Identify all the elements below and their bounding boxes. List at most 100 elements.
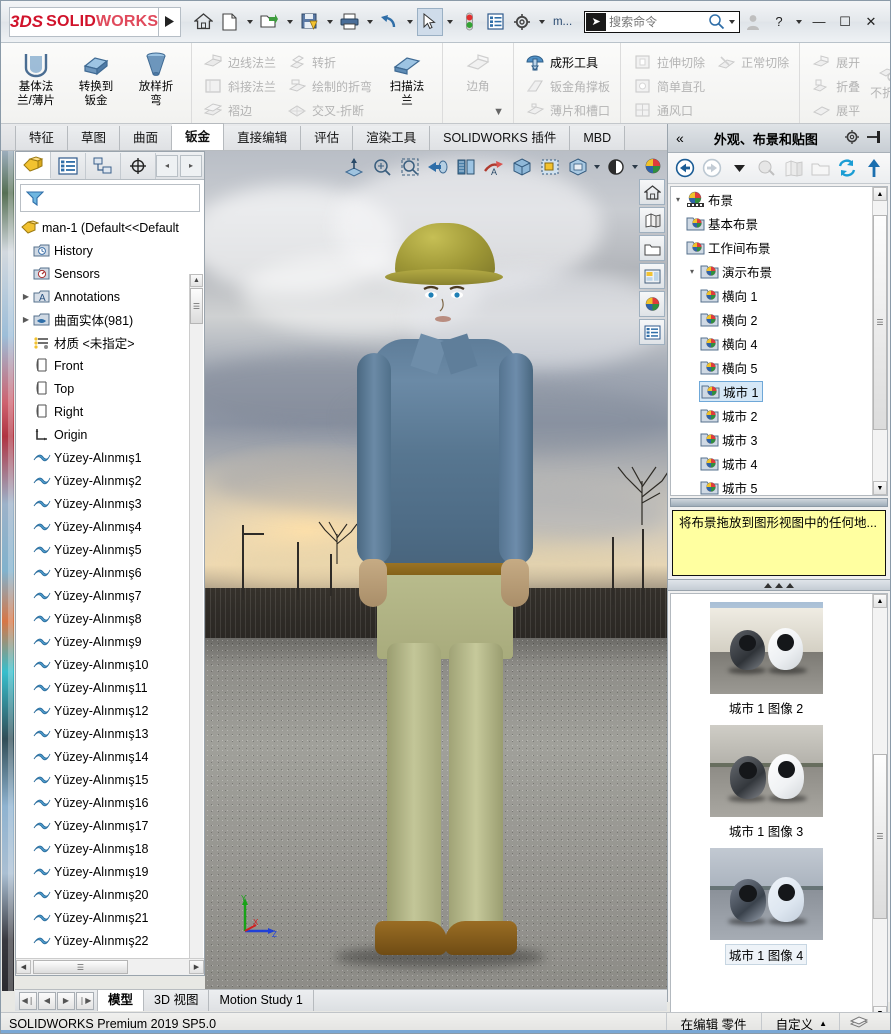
scene-tree-item-studio[interactable]: 工作间布景 bbox=[671, 235, 887, 259]
history-dropdown-caret[interactable] bbox=[728, 157, 750, 179]
feature-item-surface[interactable]: Yüzey-Alınmış1 bbox=[20, 446, 204, 469]
scroll-right-arrow-icon[interactable]: ▶ bbox=[189, 960, 204, 974]
tab-sheet-metal[interactable]: 钣金 bbox=[172, 123, 225, 150]
view-palette-home-icon[interactable] bbox=[639, 179, 665, 205]
minimize-button[interactable]: — bbox=[806, 9, 832, 35]
convert-to-sheetmetal-command[interactable]: 转换到 钣金 bbox=[66, 46, 126, 107]
apply-scene-icon[interactable] bbox=[566, 155, 590, 179]
hem-command[interactable]: 褶边 bbox=[197, 98, 281, 122]
scroll-up-arrow-icon[interactable]: ▲ bbox=[190, 274, 203, 287]
first-tab-button[interactable]: ◀❘ bbox=[19, 991, 37, 1010]
gallery-item[interactable]: 城市 1 图像 3 bbox=[671, 725, 861, 840]
scenes-button[interactable] bbox=[782, 157, 804, 179]
feature-item-surface[interactable]: Yüzey-Alınmış21 bbox=[20, 906, 204, 929]
feature-item-surface[interactable]: Yüzey-Alınmış15 bbox=[20, 768, 204, 791]
feature-item-surface[interactable]: Yüzey-Alınmış4 bbox=[20, 515, 204, 538]
scene-tree[interactable]: ▾ 布景 基本布景 工作间布景 ▾ 演示布景 横向 1 横向 2 横向 4 横向… bbox=[670, 186, 888, 496]
feature-item-surface[interactable]: Yüzey-Alınmış7 bbox=[20, 584, 204, 607]
bottom-tab-model[interactable]: 模型 bbox=[97, 990, 145, 1011]
feature-item-surface[interactable]: Yüzey-Alınmış9 bbox=[20, 630, 204, 653]
scene-tree-item-landscape-4[interactable]: 横向 4 bbox=[671, 331, 887, 355]
bottom-tab-3d-views[interactable]: 3D 视图 bbox=[143, 990, 210, 1011]
add-folder-button[interactable] bbox=[809, 157, 831, 179]
feature-item-top-plane[interactable]: Top bbox=[20, 377, 204, 400]
feature-item-surface-bodies[interactable]: ▶ 曲面实体(981) bbox=[20, 308, 204, 331]
settings-dropdown-caret[interactable] bbox=[538, 19, 545, 24]
view-settings-icon[interactable] bbox=[604, 155, 628, 179]
settings-gear-icon[interactable] bbox=[509, 8, 535, 36]
save-dropdown-caret[interactable] bbox=[326, 19, 333, 24]
scrollbar-thumb[interactable]: ☰ bbox=[873, 754, 887, 919]
feature-item-surface[interactable]: Yüzey-Alınmış2 bbox=[20, 469, 204, 492]
feature-item-origin[interactable]: Origin bbox=[20, 423, 204, 446]
select-cursor-icon[interactable] bbox=[416, 7, 443, 36]
swept-flange-command[interactable]: 扫描法 兰 bbox=[377, 46, 437, 107]
scene-tree-item-root[interactable]: ▾ 布景 bbox=[671, 187, 887, 211]
feature-item-surface[interactable]: Yüzey-Alınmış3 bbox=[20, 492, 204, 515]
corner-dropdown-caret[interactable]: ▼ bbox=[493, 106, 504, 118]
simple-hole-command[interactable]: 简单直孔 bbox=[626, 74, 710, 98]
close-button[interactable]: ✕ bbox=[858, 9, 884, 35]
expand-arrow-icon[interactable]: ▶ bbox=[20, 315, 32, 324]
sheetmetal-gusset-command[interactable]: 钣金角撑板 bbox=[519, 74, 615, 98]
collapse-arrow-icon[interactable]: ▾ bbox=[685, 267, 699, 276]
scene-tree-item-city-4[interactable]: 城市 4 bbox=[671, 451, 887, 475]
edge-flange-command[interactable]: 边线法兰 bbox=[197, 50, 281, 74]
scrollbar-thumb[interactable]: ☰ bbox=[190, 288, 203, 324]
feature-item-surface[interactable]: Yüzey-Alınmış5 bbox=[20, 538, 204, 561]
normal-cut-command[interactable]: 正常切除 bbox=[710, 50, 794, 74]
print-icon[interactable] bbox=[337, 8, 363, 36]
zoom-to-area-icon[interactable] bbox=[370, 155, 394, 179]
tab-evaluate[interactable]: 评估 bbox=[301, 126, 354, 150]
tab-direct-editing[interactable]: 直接编辑 bbox=[224, 126, 302, 150]
base-flange-command[interactable]: 基体法 兰/薄片 bbox=[6, 46, 66, 107]
tab-solidworks-addins[interactable]: SOLIDWORKS 插件 bbox=[430, 126, 571, 150]
tab-sketch[interactable]: 草图 bbox=[68, 126, 121, 150]
man-3d-model[interactable] bbox=[353, 191, 533, 955]
next-tab-button[interactable]: ▶ bbox=[57, 991, 75, 1010]
jog-command[interactable]: 转折 bbox=[281, 50, 377, 74]
custom-properties-icon[interactable] bbox=[639, 319, 665, 345]
pin-icon[interactable] bbox=[864, 130, 890, 147]
select-dropdown-caret[interactable] bbox=[446, 19, 453, 24]
panel-splitter[interactable] bbox=[668, 579, 890, 591]
fold-command[interactable]: 折叠 bbox=[805, 74, 865, 98]
scroll-left-arrow-icon[interactable]: ◀ bbox=[16, 960, 31, 974]
forming-tool-command[interactable]: 成形工具 bbox=[519, 50, 615, 74]
scroll-up-arrow-icon[interactable]: ▲ bbox=[873, 594, 887, 608]
feature-item-surface[interactable]: Yüzey-Alınmış6 bbox=[20, 561, 204, 584]
feature-item-surface[interactable]: Yüzey-Alınmış10 bbox=[20, 653, 204, 676]
bottom-tab-motion-study[interactable]: Motion Study 1 bbox=[208, 990, 314, 1011]
feature-item-surface[interactable]: Yüzey-Alınmış20 bbox=[20, 883, 204, 906]
last-tab-button[interactable]: ❘▶ bbox=[76, 991, 94, 1010]
scene-tree-item-landscape-2[interactable]: 横向 2 bbox=[671, 307, 887, 331]
menu-expand-button[interactable] bbox=[159, 6, 181, 37]
print-dropdown-caret[interactable] bbox=[366, 19, 373, 24]
graphics-viewport[interactable]: A Y Z X bbox=[205, 151, 667, 991]
view-palette-icon[interactable] bbox=[639, 263, 665, 289]
feature-tree[interactable]: man-1 (Default<<Default History Sensors … bbox=[16, 214, 204, 961]
feature-item-surface[interactable]: Yüzey-Alınmış17 bbox=[20, 814, 204, 837]
hscrollbar-thumb[interactable]: ☰ bbox=[33, 960, 128, 974]
configuration-manager-tab[interactable] bbox=[86, 152, 121, 179]
hide-show-items-icon[interactable] bbox=[538, 155, 562, 179]
collapse-arrow-icon[interactable]: ▾ bbox=[671, 195, 685, 204]
gallery-item[interactable]: 城市 1 图像 4 bbox=[671, 848, 861, 965]
help-button[interactable]: ? bbox=[766, 9, 792, 35]
feature-item-annotations[interactable]: ▶ A Annotations bbox=[20, 285, 204, 308]
new-document-icon[interactable] bbox=[217, 8, 243, 36]
no-bend-command[interactable]: 不折弯 bbox=[865, 64, 890, 101]
section-view-icon[interactable] bbox=[454, 155, 478, 179]
feature-item-surface[interactable]: Yüzey-Alınmış11 bbox=[20, 676, 204, 699]
feature-item-surface[interactable]: Yüzey-Alınmış13 bbox=[20, 722, 204, 745]
feature-tree-filter-input[interactable] bbox=[20, 184, 200, 212]
gallery-item[interactable]: 城市 1 图像 2 bbox=[671, 602, 861, 717]
up-one-level-button[interactable] bbox=[863, 157, 885, 179]
feature-item-history[interactable]: History bbox=[20, 239, 204, 262]
feature-item-front-plane[interactable]: Front bbox=[20, 354, 204, 377]
tab-nav-prev[interactable]: ◂ bbox=[156, 154, 178, 177]
feature-item-material[interactable]: 材质 <未指定> bbox=[20, 331, 204, 354]
appearances-scenes-decals-icon[interactable] bbox=[639, 291, 665, 317]
feature-item-surface[interactable]: Yüzey-Alınmış12 bbox=[20, 699, 204, 722]
prev-tab-button[interactable]: ◀ bbox=[38, 991, 56, 1010]
